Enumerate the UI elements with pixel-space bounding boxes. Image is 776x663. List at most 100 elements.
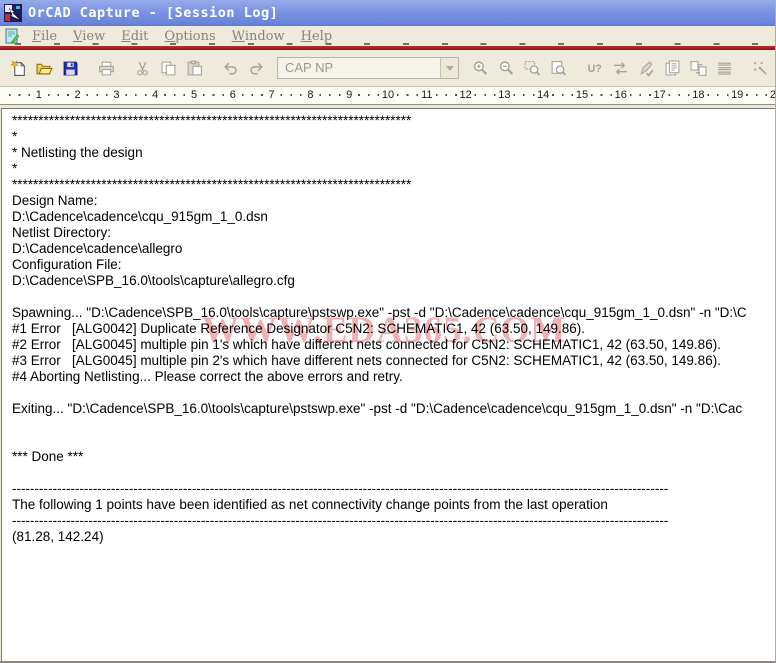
orcad-capture-window: OrCAD Capture - [Session Log] File View Ed… <box>0 0 776 663</box>
horizontal-ruler: 1234567891011121314151617181920 <box>0 86 775 105</box>
menu-bar: File View Edit Options Window Help <box>0 26 775 46</box>
copy-button[interactable] <box>155 56 181 80</box>
paste-button[interactable] <box>181 56 207 80</box>
zoom-out-icon <box>498 60 515 77</box>
chevron-down-icon <box>445 65 454 71</box>
log-line: * <box>12 161 18 176</box>
ruler-number: 7 <box>266 88 277 102</box>
ruler-number: 4 <box>150 88 161 102</box>
part-search-combobox[interactable]: CAP NP <box>277 57 459 79</box>
ruler-number: 3 <box>111 88 122 102</box>
print-icon <box>98 60 115 77</box>
log-line: (81.28, 142.24) <box>12 529 104 544</box>
print-button[interactable] <box>93 56 119 80</box>
combobox-value: CAP NP <box>285 60 334 75</box>
cut-button[interactable] <box>129 56 155 80</box>
snap-to-grid-icon <box>752 60 769 77</box>
zoom-in-icon <box>472 60 489 77</box>
log-line: D:\Cadence\cadence\cqu_915gm_1_0.dsn <box>12 209 268 224</box>
snap-to-grid-button[interactable] <box>747 56 773 80</box>
back-annotate-icon <box>612 60 629 77</box>
bill-of-materials-icon <box>716 60 733 77</box>
redo-button[interactable] <box>243 56 269 80</box>
log-line: D:\Cadence\SPB_16.0\tools\capture\allegr… <box>12 273 295 288</box>
log-line: ****************************************… <box>12 113 412 128</box>
back-annotate-button[interactable] <box>607 56 633 80</box>
log-line: The following 1 points have been identif… <box>12 497 608 512</box>
project-manager-button[interactable] <box>773 56 775 80</box>
ruler-number: 14 <box>535 88 552 102</box>
ruler-number: 5 <box>188 88 200 102</box>
ruler-number: 8 <box>305 88 316 102</box>
cross-reference-button[interactable] <box>685 56 711 80</box>
log-line: #1 Error [ALG0042] Duplicate Reference D… <box>12 321 586 336</box>
menu-item-edit[interactable]: Edit <box>113 29 156 44</box>
new-button[interactable] <box>5 56 31 80</box>
new-icon <box>9 59 27 77</box>
zoom-all-button[interactable] <box>545 56 571 80</box>
ruler-number: 10 <box>379 88 397 102</box>
ruler-number: 6 <box>227 88 238 102</box>
menu-item-window[interactable]: Window <box>224 29 293 44</box>
open-icon <box>36 60 53 77</box>
open-button[interactable] <box>31 56 57 80</box>
cut-icon <box>134 60 151 77</box>
ruler-number: 12 <box>457 88 474 102</box>
ruler-number: 2 <box>72 88 83 102</box>
save-icon <box>62 60 79 77</box>
ruler-number: 18 <box>690 88 707 102</box>
log-line: ----------------------------------------… <box>12 513 669 528</box>
annotate-icon: U? <box>586 60 603 77</box>
ruler-number: 20 <box>767 88 775 102</box>
create-netlist-icon <box>664 60 681 77</box>
undo-icon <box>222 60 239 77</box>
log-line: Design Name: <box>12 193 98 208</box>
session-log-text-area[interactable]: WWW.EDA365.COM *************************… <box>1 108 775 661</box>
paste-icon <box>186 60 203 77</box>
ruler-number: 17 <box>651 88 668 102</box>
svg-text:U?: U? <box>587 63 601 75</box>
combobox-dropdown-button[interactable] <box>440 58 458 78</box>
menu-item-view[interactable]: View <box>65 29 113 44</box>
log-line: #4 Aborting Netlisting... Please correct… <box>12 369 403 384</box>
log-line: #2 Error [ALG0045] multiple pin 1's whic… <box>12 337 721 352</box>
window-title: OrCAD Capture - [Session Log] <box>28 5 279 21</box>
log-line: *** Done *** <box>12 449 84 464</box>
menu-item-file[interactable]: File <box>24 29 65 44</box>
log-line: Configuration File: <box>12 257 122 272</box>
zoom-out-button[interactable] <box>493 56 519 80</box>
title-bar: OrCAD Capture - [Session Log] <box>0 0 775 26</box>
ruler-number: 11 <box>419 88 435 102</box>
log-line: D:\Cadence\cadence\allegro <box>12 241 183 256</box>
log-line: Spawning... "D:\Cadence\SPB_16.0\tools\c… <box>12 305 747 320</box>
orcad-capture-icon <box>4 4 22 22</box>
zoom-area-button[interactable] <box>519 56 545 80</box>
ruler-number: 15 <box>573 88 591 102</box>
log-line: ****************************************… <box>12 177 412 192</box>
log-line: * <box>12 129 18 144</box>
zoom-in-button[interactable] <box>467 56 493 80</box>
menu-item-options[interactable]: Options <box>156 29 223 44</box>
log-line: ----------------------------------------… <box>12 481 669 496</box>
copy-icon <box>160 60 177 77</box>
menu-item-help[interactable]: Help <box>293 29 341 44</box>
ruler-number: 13 <box>496 88 513 102</box>
create-netlist-button[interactable] <box>659 56 685 80</box>
annotate-button[interactable]: U? <box>581 56 607 80</box>
log-line: #3 Error [ALG0045] multiple pin 2's whic… <box>12 353 721 368</box>
ruler-number: 9 <box>344 88 355 102</box>
log-line: Exiting... "D:\Cadence\SPB_16.0\tools\ca… <box>12 401 743 416</box>
bill-of-materials-button[interactable] <box>711 56 737 80</box>
session-log-icon <box>4 28 20 44</box>
save-button[interactable] <box>57 56 83 80</box>
design-rules-check-button[interactable] <box>633 56 659 80</box>
undo-button[interactable] <box>217 56 243 80</box>
zoom-all-icon <box>550 60 567 77</box>
cross-reference-icon <box>690 60 707 77</box>
zoom-area-icon <box>524 60 541 77</box>
